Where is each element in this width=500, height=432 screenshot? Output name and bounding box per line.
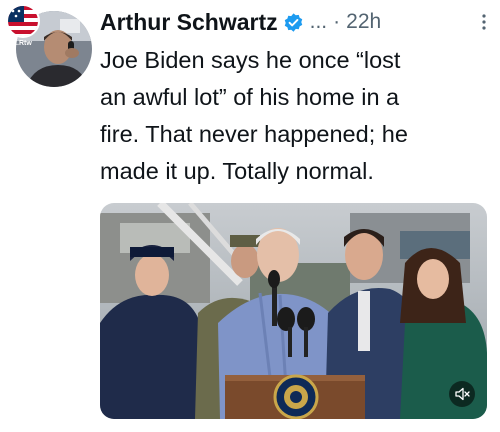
- volume-muted-icon[interactable]: [449, 381, 475, 407]
- author-name[interactable]: Arthur Schwartz: [100, 9, 278, 36]
- author-avatar-group[interactable]: A.Rtw: [6, 4, 92, 87]
- author-handle[interactable]: ...: [310, 10, 328, 34]
- timestamp[interactable]: 22h: [346, 10, 381, 34]
- flag-badge-icon: [6, 4, 40, 38]
- tweet-video[interactable]: [100, 203, 487, 419]
- tweet-header: Arthur Schwartz ... · 22h: [100, 6, 492, 38]
- verified-badge-icon: [283, 12, 304, 33]
- avatar-badge-text: A.Rtw: [12, 40, 32, 47]
- tweet-text: Joe Biden says he once “lost an awful lo…: [100, 47, 408, 184]
- separator-dot: ·: [333, 10, 341, 33]
- more-options-icon[interactable]: [482, 14, 486, 30]
